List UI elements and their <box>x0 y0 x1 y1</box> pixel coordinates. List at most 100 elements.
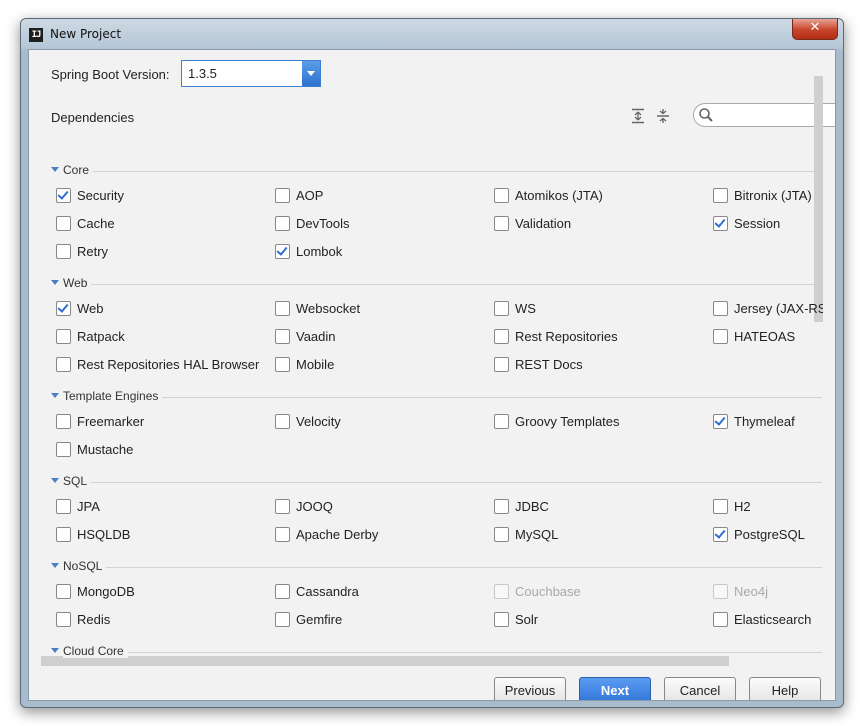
checkbox[interactable] <box>56 216 71 231</box>
cancel-button[interactable]: Cancel <box>664 677 736 700</box>
checkbox <box>713 584 728 599</box>
checkbox[interactable] <box>713 414 728 429</box>
section-template-engines[interactable]: Template Engines <box>51 389 822 405</box>
collapse-all-icon[interactable] <box>655 108 671 124</box>
checkbox[interactable] <box>56 414 71 429</box>
checkbox[interactable] <box>275 527 290 542</box>
checkbox[interactable] <box>56 499 71 514</box>
next-button[interactable]: Next <box>579 677 651 700</box>
checkbox[interactable] <box>494 414 509 429</box>
chevron-down-icon[interactable] <box>302 61 320 86</box>
expand-triangle-icon <box>51 280 59 285</box>
dep-label: Rest Repositories HAL Browser <box>77 357 260 372</box>
dep-label: Solr <box>515 612 539 627</box>
section-divider <box>63 482 822 483</box>
dep-label: JOOQ <box>296 499 333 514</box>
section-title: Core <box>63 163 94 177</box>
checkbox[interactable] <box>713 499 728 514</box>
intellij-app-icon: IJ <box>29 28 43 42</box>
dep-label: JDBC <box>515 499 549 514</box>
dep-label: AOP <box>296 188 324 203</box>
horizontal-scrollbar[interactable] <box>41 656 729 666</box>
expand-triangle-icon <box>51 393 59 398</box>
checkbox[interactable] <box>275 188 290 203</box>
checkbox[interactable] <box>713 216 728 231</box>
dep-label: Session <box>734 216 781 231</box>
dep-jersey[interactable]: Jersey (JAX-RS) <box>713 301 823 317</box>
checkbox[interactable] <box>56 527 71 542</box>
section-title: Web <box>63 276 92 290</box>
dep-label: Couchbase <box>515 584 581 599</box>
checkbox[interactable] <box>713 527 728 542</box>
checkbox[interactable] <box>275 244 290 259</box>
dep-label: Atomikos (JTA) <box>515 188 603 203</box>
section-sql[interactable]: SQL <box>51 474 822 490</box>
section-title: NoSQL <box>63 559 107 573</box>
checkbox[interactable] <box>56 188 71 203</box>
checkbox[interactable] <box>275 414 290 429</box>
section-nosql[interactable]: NoSQL <box>51 559 822 575</box>
checkbox[interactable] <box>494 499 509 514</box>
section-title: SQL <box>63 474 92 488</box>
checkbox[interactable] <box>713 188 728 203</box>
spring-boot-version-select[interactable]: 1.3.5 <box>181 60 321 87</box>
checkbox[interactable] <box>494 301 509 316</box>
checkbox[interactable] <box>275 216 290 231</box>
checkbox[interactable] <box>494 527 509 542</box>
checkbox[interactable] <box>494 329 509 344</box>
dep-label: JPA <box>77 499 100 514</box>
checkbox <box>494 584 509 599</box>
checkbox[interactable] <box>56 584 71 599</box>
dep-label: Retry <box>77 244 109 259</box>
help-button[interactable]: Help <box>749 677 821 700</box>
section-divider <box>63 397 822 398</box>
dep-label: Neo4j <box>734 584 768 599</box>
dep-label: Security <box>77 188 124 203</box>
dep-label: Mustache <box>77 442 134 457</box>
checkbox[interactable] <box>713 612 728 627</box>
dep-label: MongoDB <box>77 584 135 599</box>
section-title: Cloud Core <box>63 644 128 658</box>
checkbox[interactable] <box>275 329 290 344</box>
checkbox[interactable] <box>275 499 290 514</box>
expand-triangle-icon <box>51 167 59 172</box>
section-core[interactable]: Core <box>51 163 822 179</box>
close-button[interactable]: ✕ <box>792 19 838 40</box>
dep-label: DevTools <box>296 216 350 231</box>
checkbox[interactable] <box>713 329 728 344</box>
dep-label: Validation <box>515 216 572 231</box>
dep-label: Ratpack <box>77 329 125 344</box>
section-divider <box>63 171 822 172</box>
title-bar[interactable]: IJ New Project ✕ <box>21 19 843 49</box>
checkbox[interactable] <box>275 357 290 372</box>
dep-label: Thymeleaf <box>734 414 795 429</box>
checkbox[interactable] <box>494 188 509 203</box>
dep-label: Velocity <box>296 414 341 429</box>
checkbox[interactable] <box>275 301 290 316</box>
dep-label: Gemfire <box>296 612 343 627</box>
checkbox[interactable] <box>494 216 509 231</box>
dep-label: Lombok <box>296 244 343 259</box>
spring-boot-version-value: 1.3.5 <box>188 66 217 81</box>
checkbox[interactable] <box>56 442 71 457</box>
spring-boot-version-label: Spring Boot Version: <box>51 67 170 82</box>
checkbox[interactable] <box>494 357 509 372</box>
dialog-content: Spring Boot Version: 1.3.5 Dependencies … <box>28 49 836 701</box>
dep-label: REST Docs <box>515 357 583 372</box>
checkbox[interactable] <box>713 301 728 316</box>
expand-triangle-icon <box>51 648 59 653</box>
checkbox[interactable] <box>275 612 290 627</box>
previous-button[interactable]: Previous <box>494 677 566 700</box>
checkbox[interactable] <box>494 612 509 627</box>
checkbox[interactable] <box>56 357 71 372</box>
dep-label: Vaadin <box>296 329 336 344</box>
section-web[interactable]: Web <box>51 276 822 292</box>
checkbox[interactable] <box>56 329 71 344</box>
checkbox[interactable] <box>275 584 290 599</box>
checkbox[interactable] <box>56 244 71 259</box>
dep-label: Apache Derby <box>296 527 379 542</box>
dep-label: Mobile <box>296 357 335 372</box>
checkbox[interactable] <box>56 612 71 627</box>
expand-all-icon[interactable] <box>630 108 646 124</box>
checkbox[interactable] <box>56 301 71 316</box>
